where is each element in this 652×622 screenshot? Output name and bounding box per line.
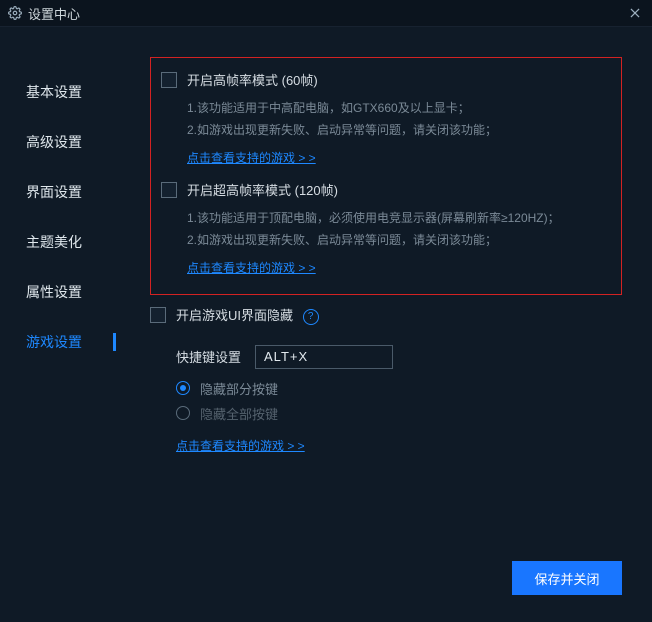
link-120fps-games[interactable]: 点击查看支持的游戏 > > [187,259,316,276]
radio-row-partial: 隐藏部分按键 [176,379,622,398]
hotkey-input[interactable] [255,345,393,369]
radio-row-all: 隐藏全部按键 [176,404,622,423]
option-120fps-desc2: 2.如游戏出现更新失败、启动异常等问题，请关闭该功能； [187,229,560,251]
option-120fps-desc1: 1.该功能适用于顶配电脑，必须使用电竞显示器(屏幕刷新率≥120HZ)； [187,207,560,229]
option-hide-ui-body: 开启游戏UI界面隐藏 ? [176,305,319,333]
radio-hide-partial[interactable] [176,381,190,395]
option-hide-ui-title-text: 开启游戏UI界面隐藏 [176,308,293,323]
option-hide-ui-title: 开启游戏UI界面隐藏 ? [176,305,319,325]
hotkey-row: 快捷键设置 [176,345,622,369]
option-hide-ui: 开启游戏UI界面隐藏 ? 快捷键设置 隐藏部分按键 [150,305,622,454]
option-60fps-desc1: 1.该功能适用于中高配电脑，如GTX660及以上显卡； [187,97,497,119]
option-120fps-body: 开启超高帧率模式 (120帧) 1.该功能适用于顶配电脑，必须使用电竞显示器(屏… [187,180,560,276]
hotkey-label: 快捷键设置 [176,347,241,366]
save-close-button[interactable]: 保存并关闭 [512,561,622,595]
sidebar-item-interface[interactable]: 界面设置 [0,167,120,217]
sidebar-item-theme[interactable]: 主题美化 [0,217,120,267]
titlebar: 设置中心 [0,0,652,27]
option-60fps-title: 开启高帧率模式 (60帧) [187,70,497,89]
body: 基本设置 高级设置 界面设置 主题美化 属性设置 游戏设置 开启高帧率模式 (6… [0,27,652,622]
settings-window: 设置中心 基本设置 高级设置 界面设置 主题美化 属性设置 游戏设置 [0,0,652,622]
sidebar-item-basic[interactable]: 基本设置 [0,67,120,117]
option-60fps: 开启高帧率模式 (60帧) 1.该功能适用于中高配电脑，如GTX660及以上显卡… [161,70,605,166]
link-60fps-games[interactable]: 点击查看支持的游戏 > > [187,149,316,166]
option-120fps-title: 开启超高帧率模式 (120帧) [187,180,560,199]
option-60fps-body: 开启高帧率模式 (60帧) 1.该功能适用于中高配电脑，如GTX660及以上显卡… [187,70,497,166]
option-120fps: 开启超高帧率模式 (120帧) 1.该功能适用于顶配电脑，必须使用电竞显示器(屏… [161,180,605,276]
sidebar-item-property[interactable]: 属性设置 [0,267,120,317]
sidebar: 基本设置 高级设置 界面设置 主题美化 属性设置 游戏设置 [0,27,120,622]
hide-ui-sub: 快捷键设置 隐藏部分按键 隐藏全部按键 点击查看支持的游戏 > > [150,345,622,454]
close-icon[interactable] [626,4,644,22]
radio-hide-partial-label: 隐藏部分按键 [200,379,278,398]
highlighted-section: 开启高帧率模式 (60帧) 1.该功能适用于中高配电脑，如GTX660及以上显卡… [150,57,622,295]
radio-hide-all[interactable] [176,406,190,420]
content: 开启高帧率模式 (60帧) 1.该功能适用于中高配电脑，如GTX660及以上显卡… [120,27,652,622]
radio-hide-all-label: 隐藏全部按键 [200,404,278,423]
gear-icon [8,6,22,20]
footer: 保存并关闭 [512,561,622,595]
checkbox-120fps[interactable] [161,182,177,198]
sidebar-item-advanced[interactable]: 高级设置 [0,117,120,167]
help-icon[interactable]: ? [303,309,319,325]
sidebar-item-game[interactable]: 游戏设置 [0,317,120,367]
window-title: 设置中心 [28,4,626,23]
option-60fps-desc2: 2.如游戏出现更新失败、启动异常等问题，请关闭该功能； [187,119,497,141]
link-hideui-games[interactable]: 点击查看支持的游戏 > > [176,437,305,454]
checkbox-60fps[interactable] [161,72,177,88]
checkbox-hide-ui[interactable] [150,307,166,323]
